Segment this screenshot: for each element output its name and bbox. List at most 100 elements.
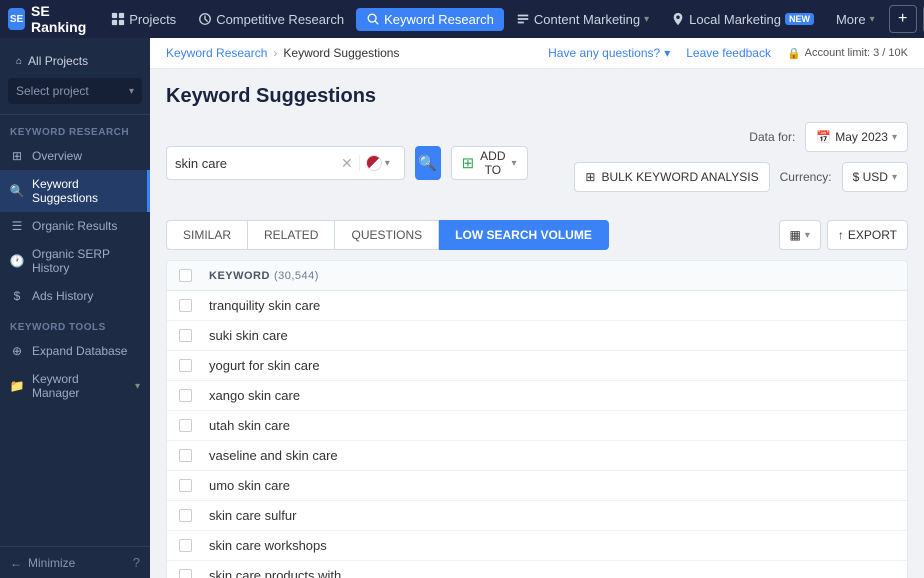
selected-date: May 2023 (835, 130, 888, 144)
sidebar-item-organic-serp-history[interactable]: 🕐 Organic SERP History (0, 240, 150, 282)
nav-projects[interactable]: Projects (101, 8, 186, 31)
nav-content-marketing[interactable]: Content Marketing ▾ (506, 8, 659, 31)
sidebar-item-overview[interactable]: ⊞ Overview (0, 142, 150, 170)
row-checkbox-1[interactable] (179, 299, 192, 312)
keyword-research-section-label: KEYWORD RESEARCH (0, 115, 150, 142)
sidebar-keyword-manager-label: Keyword Manager (32, 372, 127, 400)
keyword-text-3: yogurt for skin care (209, 358, 895, 373)
tab-related[interactable]: RELATED (248, 220, 335, 250)
organic-results-icon: ☰ (10, 219, 24, 233)
breadcrumb-separator: › (273, 46, 277, 60)
bulk-keyword-analysis-button[interactable]: ⊞ BULK KEYWORD ANALYSIS (574, 162, 769, 192)
keyword-text-10: skin care products with (209, 568, 895, 578)
nav-competitive-research-label: Competitive Research (216, 12, 344, 27)
keyword-text-5: utah skin care (209, 418, 895, 433)
keyword-manager-chevron: ▾ (135, 381, 140, 392)
keyword-tabs: SIMILAR RELATED QUESTIONS LOW SEARCH VOL… (166, 220, 609, 250)
all-projects-label: All Projects (28, 54, 88, 68)
logo-icon: SE (8, 8, 25, 30)
sidebar-item-organic-results[interactable]: ☰ Organic Results (0, 212, 150, 240)
tab-questions[interactable]: QUESTIONS (335, 220, 439, 250)
us-flag-icon (366, 155, 382, 171)
row-checkbox-10[interactable] (179, 569, 192, 578)
add-to-button[interactable]: ⊞ ADD TO ▾ (451, 146, 528, 180)
columns-button[interactable]: ▦ ▾ (779, 220, 821, 250)
nav-more[interactable]: More ▾ (826, 8, 885, 31)
selected-currency: $ USD (853, 170, 888, 184)
search-flag-selector[interactable]: ▾ (359, 155, 396, 171)
sheets-icon: ⊞ (462, 154, 475, 172)
table-actions: ▦ ▾ ↑ EXPORT (779, 220, 909, 250)
sidebar-overview-label: Overview (32, 149, 82, 163)
export-button[interactable]: ↑ EXPORT (827, 220, 908, 250)
sidebar: ⌂ All Projects Select project ▾ KEYWORD … (0, 38, 150, 578)
keyword-text-6: vaseline and skin care (209, 448, 895, 463)
select-project-label: Select project (16, 84, 89, 98)
table-row: vaseline and skin care (167, 441, 907, 471)
leave-feedback-link[interactable]: Leave feedback (686, 46, 771, 60)
calendar-icon: 📅 (816, 130, 831, 144)
help-icon[interactable]: ? (133, 555, 140, 570)
sidebar-item-keyword-manager[interactable]: 📁 Keyword Manager ▾ (0, 365, 150, 407)
search-button[interactable]: 🔍 (415, 146, 441, 180)
nav-right: + ⚑ 🔔 1 D (889, 5, 924, 33)
minimize-button[interactable]: ← Minimize (10, 556, 75, 570)
add-button[interactable]: + (889, 5, 917, 33)
layout: ⌂ All Projects Select project ▾ KEYWORD … (0, 38, 924, 578)
nav-keyword-research[interactable]: Keyword Research (356, 8, 504, 31)
columns-icon: ▦ (790, 228, 801, 242)
keyword-count: (30,544) (274, 270, 319, 282)
export-label: EXPORT (848, 228, 897, 242)
table-row: xango skin care (167, 381, 907, 411)
sidebar-item-expand-database[interactable]: ⊕ Expand Database (0, 337, 150, 365)
sidebar-item-ads-history[interactable]: $ Ads History (0, 282, 150, 310)
bulk-label: BULK KEYWORD ANALYSIS (601, 170, 758, 184)
ads-history-icon: $ (10, 289, 24, 303)
tab-similar[interactable]: SIMILAR (166, 220, 248, 250)
all-projects-link[interactable]: ⌂ All Projects (8, 48, 142, 74)
app-logo[interactable]: SE SE Ranking (8, 3, 91, 35)
add-to-label: ADD TO (480, 149, 505, 177)
search-box: ✕ ▾ (166, 146, 405, 180)
row-checkbox-4[interactable] (179, 389, 192, 402)
nav-local-marketing[interactable]: Local Marketing NEW (661, 8, 824, 31)
row-checkbox-3[interactable] (179, 359, 192, 372)
row-checkbox-5[interactable] (179, 419, 192, 432)
breadcrumb-parent[interactable]: Keyword Research (166, 46, 267, 60)
tab-similar-label: SIMILAR (183, 228, 231, 242)
select-project-dropdown[interactable]: Select project ▾ (8, 78, 142, 104)
row-checkbox-2[interactable] (179, 329, 192, 342)
tab-related-label: RELATED (264, 228, 318, 242)
row-checkbox-8[interactable] (179, 509, 192, 522)
search-icon: 🔍 (418, 154, 437, 172)
sidebar-item-keyword-suggestions[interactable]: 🔍 Keyword Suggestions (0, 170, 150, 212)
home-icon: ⌂ (16, 56, 22, 67)
keyword-text-4: xango skin care (209, 388, 895, 403)
data-controls: Data for: 📅 May 2023 ▾ ⊞ BULK KEYWORD AN… (548, 122, 908, 192)
tab-low-search-volume[interactable]: LOW SEARCH VOLUME (439, 220, 609, 250)
row-checkbox-7[interactable] (179, 479, 192, 492)
select-all-checkbox[interactable] (179, 269, 192, 282)
have-questions-label: Have any questions? (548, 46, 660, 60)
clear-search-icon[interactable]: ✕ (341, 155, 353, 172)
add-to-chevron-icon: ▾ (512, 158, 517, 169)
nav-competitive-research[interactable]: Competitive Research (188, 8, 354, 31)
row-checkbox-6[interactable] (179, 449, 192, 462)
nav-projects-label: Projects (129, 12, 176, 27)
page-content: Keyword Suggestions ✕ ▾ 🔍 ⊞ ADD TO (150, 69, 924, 578)
shield-icon: 🔒 (787, 47, 801, 60)
row-checkbox-9[interactable] (179, 539, 192, 552)
keyword-text-1: tranquility skin care (209, 298, 895, 313)
columns-chevron-icon: ▾ (805, 230, 810, 241)
new-badge: NEW (785, 13, 814, 25)
search-input[interactable] (175, 156, 335, 171)
questions-chevron-icon: ▾ (664, 46, 670, 60)
currency-selector[interactable]: $ USD ▾ (842, 162, 908, 192)
account-limit-label: Account limit: 3 / 10K (805, 47, 908, 59)
date-selector[interactable]: 📅 May 2023 ▾ (805, 122, 908, 152)
have-questions-button[interactable]: Have any questions? ▾ (548, 46, 670, 60)
breadcrumb-actions: Have any questions? ▾ Leave feedback 🔒 A… (548, 46, 908, 60)
expand-database-icon: ⊕ (10, 344, 24, 358)
table-row: yogurt for skin care (167, 351, 907, 381)
keyword-text-2: suki skin care (209, 328, 895, 343)
